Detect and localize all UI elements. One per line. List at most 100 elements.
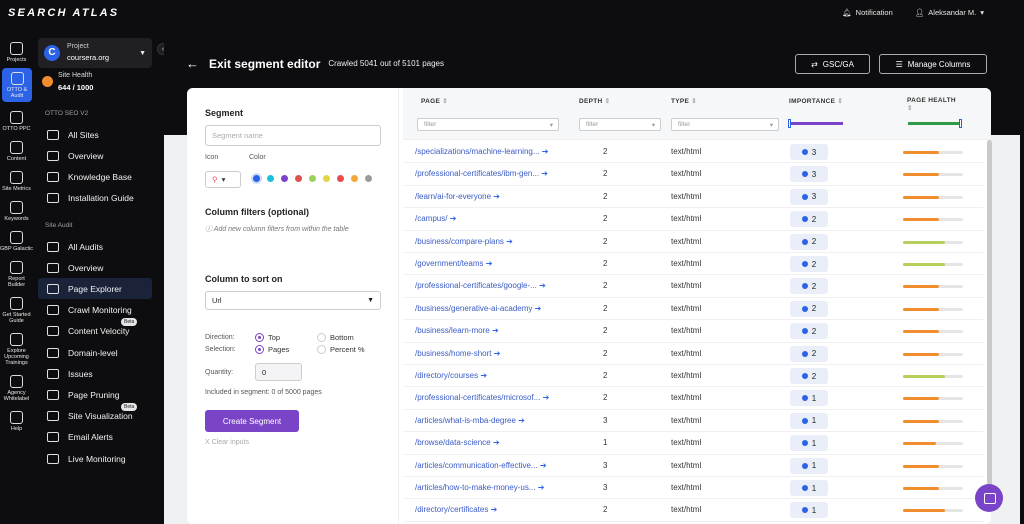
rail-item-4[interactable]: Site Metrics [0,167,33,192]
color-swatch[interactable] [295,175,302,182]
rail-item-0[interactable]: Projects [0,38,33,63]
table-row[interactable]: /browse/data-science ➔ 1 text/html 1 [403,432,983,455]
column-header-type[interactable]: TYPE ⇕ [671,97,697,105]
type-filter-input[interactable]: filter ▾ [671,118,779,131]
color-swatch[interactable] [281,175,288,182]
table-row[interactable]: /government/teams ➔ 2 text/html 2 [403,253,983,276]
back-arrow-icon[interactable]: ← [186,56,199,71]
column-header-importance[interactable]: IMPORTANCE ⇕ [789,97,843,105]
user-menu[interactable]: 👤︎ Aleksandar M. ▾ [915,8,984,17]
rail-item-6[interactable]: GBP Galactic [0,227,33,252]
arrow-circle-icon[interactable]: ➔ [518,416,525,425]
table-row[interactable]: /business/generative-ai-academy ➔ 2 text/h… [403,298,983,321]
brand-logo[interactable]: SEARCH ATLAS [8,7,119,19]
rail-item-2[interactable]: OTTO PPC [0,107,33,132]
table-row[interactable]: /articles/communication-effective... ➔ 3 t… [403,455,983,477]
color-swatch[interactable] [309,175,316,182]
sidebar-item-domain-level[interactable]: Domain-level [38,342,152,363]
page-link[interactable]: /business/learn-more ➔ [415,326,499,335]
importance-range-slider[interactable] [789,122,843,125]
table-row[interactable]: /specializations/machine-learning... ➔ 2 t… [403,141,983,164]
gsc-ga-button[interactable]: ⇄ GSC/GA [795,54,870,74]
arrow-circle-icon[interactable]: ➔ [491,505,498,514]
sidebar-item-crawl-monitoring[interactable]: Crawl Monitoring [38,300,152,321]
arrow-circle-icon[interactable]: ➔ [494,349,501,358]
page-filter-input[interactable]: filter ▾ [417,118,559,131]
rail-item-10[interactable]: Agency Whitelabel [0,371,33,402]
arrow-circle-icon[interactable]: ➔ [539,281,546,290]
column-header-page[interactable]: PAGE ⇕ [421,97,448,105]
project-selector[interactable]: C Project coursera.org ▼ [38,38,152,68]
color-swatch[interactable] [253,175,260,182]
page-title[interactable]: Exit segment editor [209,57,320,71]
rail-item-11[interactable]: Help [0,407,33,432]
sidebar-item-page-explorer[interactable]: Page Explorer [38,278,152,300]
arrow-circle-icon[interactable]: ➔ [543,393,550,402]
table-row[interactable]: /articles/how-to-make-money-us... ➔ 3 text… [403,477,983,500]
table-row[interactable]: /directory/certificates ➔ 2 text/html 1 [403,499,983,522]
table-row[interactable]: /campus/ ➔ 2 text/html 2 [403,208,983,231]
manage-columns-button[interactable]: ☰ Manage Columns [879,54,987,74]
color-swatch[interactable] [337,175,344,182]
table-row[interactable]: /professional-certificates/microsof... ➔… [403,387,983,410]
depth-filter-input[interactable]: filter ▾ [579,118,661,131]
page-link[interactable]: /learn/ai-for-everyone ➔ [415,192,500,201]
clear-inputs-button[interactable]: X Clear inputs [205,439,249,446]
page-link[interactable]: /professional-certificates/microsof... ➔ [415,393,549,402]
direction-bottom-radio[interactable]: Bottom [317,333,354,342]
page-link[interactable]: /articles/communication-effective... ➔ [415,461,547,470]
sidebar-item-installation-guide[interactable]: Installation Guide [38,188,152,209]
rail-item-8[interactable]: Get Started Guide [0,293,33,324]
selection-percent-radio[interactable]: Percent % [317,345,365,354]
table-row[interactable]: /business/home-short ➔ 2 text/html 2 [403,343,983,365]
segment-name-input[interactable]: Segment name [205,125,381,146]
arrow-circle-icon[interactable]: ➔ [506,237,513,246]
sort-column-select[interactable]: Url ▼ [205,291,381,310]
sidebar-item-site-visualization[interactable]: Site Visualization Beta [38,402,152,427]
arrow-circle-icon[interactable]: ➔ [450,214,457,223]
sidebar-item-overview[interactable]: Overview [38,145,152,166]
direction-top-radio[interactable]: Top [255,333,280,342]
sidebar-item-all-audits[interactable]: All Audits [38,236,152,257]
arrow-circle-icon[interactable]: ➔ [541,169,548,178]
sidebar-item-content-velocity[interactable]: Content Velocity Beta [38,317,152,342]
table-row[interactable]: /articles/what-is-mba-degree ➔ 3 text/html… [403,410,983,433]
color-swatch[interactable] [323,175,330,182]
page-link[interactable]: /articles/how-to-make-money-us... ➔ [415,483,544,492]
page-link[interactable]: /directory/certificates ➔ [415,505,497,514]
table-row[interactable]: /learn/ai-for-everyone ➔ 2 text/html 3 [403,186,983,209]
color-swatch[interactable] [351,175,358,182]
page-link[interactable]: /government/teams ➔ [415,259,492,268]
health-range-slider[interactable] [908,122,960,125]
sidebar-item-email-alerts[interactable]: Email Alerts [38,427,152,448]
page-link[interactable]: /business/home-short ➔ [415,349,500,358]
arrow-circle-icon[interactable]: ➔ [480,371,487,380]
table-scrollbar[interactable] [987,140,992,510]
slider-handle-icon[interactable] [959,119,962,128]
color-swatch[interactable] [365,175,372,182]
sidebar-item-knowledge-base[interactable]: Knowledge Base [38,166,152,187]
table-row[interactable]: /professional-certificates/google-... ➔ 2… [403,275,983,298]
table-row[interactable]: /business/compare-plans ➔ 2 text/html 2 [403,231,983,253]
arrow-circle-icon[interactable]: ➔ [493,192,500,201]
table-row[interactable]: /professional-certificates/ibm-gen... ➔ 2… [403,163,983,186]
color-swatch[interactable] [267,175,274,182]
arrow-circle-icon[interactable]: ➔ [538,483,545,492]
table-row[interactable]: /business/learn-more ➔ 2 text/html 2 [403,320,983,343]
rail-item-1[interactable]: OTTO & Audit [2,68,32,102]
arrow-circle-icon[interactable]: ➔ [486,259,493,268]
sidebar-item-all-sites[interactable]: All Sites [38,124,152,145]
column-header-depth[interactable]: DEPTH ⇕ [579,97,610,105]
rail-item-7[interactable]: Report Builder [0,257,33,288]
slider-handle-icon[interactable] [788,119,791,128]
arrow-circle-icon[interactable]: ➔ [493,438,500,447]
page-link[interactable]: /professional-certificates/google-... ➔ [415,281,546,290]
sidebar-item-overview[interactable]: Overview [38,257,152,278]
page-link[interactable]: /articles/what-is-mba-degree ➔ [415,416,525,425]
arrow-circle-icon[interactable]: ➔ [535,304,542,313]
selection-pages-radio[interactable]: Pages [255,345,289,354]
page-link[interactable]: /browse/data-science ➔ [415,438,500,447]
quantity-input[interactable]: 0 [255,363,302,381]
arrow-circle-icon[interactable]: ➔ [492,326,499,335]
arrow-circle-icon[interactable]: ➔ [542,147,549,156]
